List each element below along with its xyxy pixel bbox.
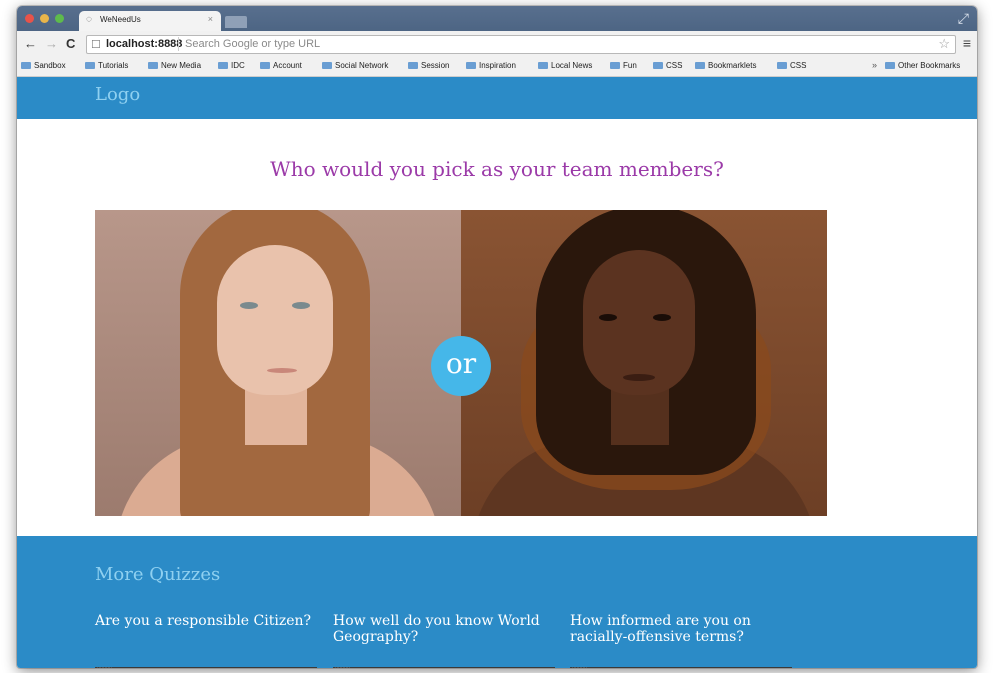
folder-icon — [408, 62, 418, 69]
folder-icon — [21, 62, 31, 69]
bookmark-label: Session — [421, 61, 450, 70]
quiz-card-title[interactable]: How informed are you on racially-offensi… — [570, 613, 792, 645]
bookmark-label: Bookmarklets — [708, 61, 757, 70]
bookmark-label: Account — [273, 61, 302, 70]
address-divider — [178, 37, 179, 51]
minimize-window-button[interactable] — [40, 14, 49, 23]
bookmark-label: New Media — [161, 61, 202, 70]
quiz-card-bar: xxxxx — [333, 667, 555, 668]
folder-icon — [322, 62, 332, 69]
photo-shape — [292, 302, 310, 309]
folder-icon — [538, 62, 548, 69]
bookmark-sandbox[interactable]: Sandbox — [21, 61, 66, 70]
quiz-card-bar-label: xxxxx — [572, 667, 587, 668]
bookmarks-bar: Sandbox Tutorials New Media IDC Account … — [17, 57, 977, 77]
bookmark-css[interactable]: CSS — [653, 61, 682, 70]
folder-icon — [885, 62, 895, 69]
quiz-question: Who would you pick as your team members? — [270, 157, 724, 181]
bookmark-label: CSS — [790, 61, 807, 70]
address-bar[interactable]: ☐ localhost:8888 Search Google or type U… — [86, 35, 956, 54]
page-icon: ☐ — [91, 39, 101, 51]
site-logo[interactable]: Logo — [95, 84, 140, 105]
page-viewport: Logo Who would you pick as your team mem… — [17, 77, 977, 668]
tab-close-icon[interactable]: × — [208, 14, 213, 24]
bookmark-star-icon[interactable]: ☆ — [938, 36, 950, 52]
quiz-card-bar: xxxxx — [95, 667, 317, 668]
quiz-card-title[interactable]: How well do you know World Geography? — [333, 613, 555, 645]
back-icon[interactable]: ← — [24, 37, 37, 50]
bookmark-new-media[interactable]: New Media — [148, 61, 201, 70]
photo-shape — [653, 314, 671, 321]
quiz-card[interactable]: Are you a responsible Citizen? xxxxx — [95, 613, 317, 668]
bookmark-label: Other Bookmarks — [898, 61, 961, 70]
bookmark-session[interactable]: Session — [408, 61, 449, 70]
or-badge: or — [431, 336, 491, 396]
browser-window: ◌ WeNeedUs × ⤢ ← → C ☐ localhost:8888 Se… — [17, 6, 977, 668]
quiz-card-bar-label: xxxxx — [335, 667, 350, 668]
folder-icon — [218, 62, 228, 69]
folder-icon — [695, 62, 705, 69]
bookmark-local-news[interactable]: Local News — [538, 61, 592, 70]
more-quizzes-heading: More Quizzes — [95, 564, 221, 585]
bookmark-label: Fun — [623, 61, 637, 70]
new-tab-button[interactable] — [225, 16, 247, 28]
bookmark-inspiration[interactable]: Inspiration — [466, 61, 516, 70]
bookmark-fun[interactable]: Fun — [610, 61, 637, 70]
url-host[interactable]: localhost:8888 — [106, 38, 182, 50]
bookmark-social-network[interactable]: Social Network — [322, 61, 388, 70]
reload-icon[interactable]: C — [66, 37, 75, 50]
title-bar: ◌ WeNeedUs × ⤢ — [17, 6, 977, 31]
photo-shape — [623, 374, 655, 381]
choice-photo-left[interactable] — [95, 210, 461, 516]
browser-toolbar: ← → C ☐ localhost:8888 Search Google or … — [17, 31, 977, 57]
other-bookmarks[interactable]: Other Bookmarks — [885, 61, 960, 70]
quiz-card-bar-label: xxxxx — [97, 667, 112, 668]
photo-shape — [240, 302, 258, 309]
search-placeholder[interactable]: Search Google or type URL — [185, 38, 320, 50]
zoom-window-button[interactable] — [55, 14, 64, 23]
folder-icon — [610, 62, 620, 69]
folder-icon — [777, 62, 787, 69]
choice-photo-right[interactable] — [461, 210, 827, 516]
bookmark-tutorials[interactable]: Tutorials — [85, 61, 128, 70]
bookmark-css-2[interactable]: CSS — [777, 61, 806, 70]
menu-icon[interactable]: ≡ — [963, 35, 971, 51]
bookmark-idc[interactable]: IDC — [218, 61, 245, 70]
quiz-card-title[interactable]: Are you a responsible Citizen? — [95, 613, 317, 629]
folder-icon — [148, 62, 158, 69]
site-footer: More Quizzes Are you a responsible Citiz… — [17, 536, 977, 668]
quiz-card-bar: xxxxx — [570, 667, 792, 668]
quiz-card[interactable]: How well do you know World Geography? xx… — [333, 613, 555, 668]
bookmark-label: Sandbox — [34, 61, 66, 70]
bookmark-label: Social Network — [335, 61, 389, 70]
site-header: Logo — [17, 77, 977, 119]
close-window-button[interactable] — [25, 14, 34, 23]
bookmark-label: Inspiration — [479, 61, 516, 70]
bookmark-account[interactable]: Account — [260, 61, 302, 70]
folder-icon — [653, 62, 663, 69]
bookmarks-overflow-chevron[interactable]: » — [872, 60, 877, 70]
profile-icon[interactable]: ⤢ — [958, 10, 969, 27]
folder-icon — [85, 62, 95, 69]
bookmark-label: Local News — [551, 61, 593, 70]
bookmark-label: Tutorials — [98, 61, 129, 70]
loading-icon: ◌ — [86, 14, 92, 25]
folder-icon — [466, 62, 476, 69]
forward-icon[interactable]: → — [45, 37, 58, 50]
bookmark-label: CSS — [666, 61, 683, 70]
browser-tab[interactable]: ◌ WeNeedUs × — [79, 11, 221, 31]
folder-icon — [260, 62, 270, 69]
bookmark-label: IDC — [231, 61, 245, 70]
quiz-card[interactable]: How informed are you on racially-offensi… — [570, 613, 792, 668]
photo-shape — [599, 314, 617, 321]
tab-title: WeNeedUs — [100, 15, 141, 24]
bookmark-bookmarklets[interactable]: Bookmarklets — [695, 61, 756, 70]
photo-shape — [267, 368, 297, 373]
